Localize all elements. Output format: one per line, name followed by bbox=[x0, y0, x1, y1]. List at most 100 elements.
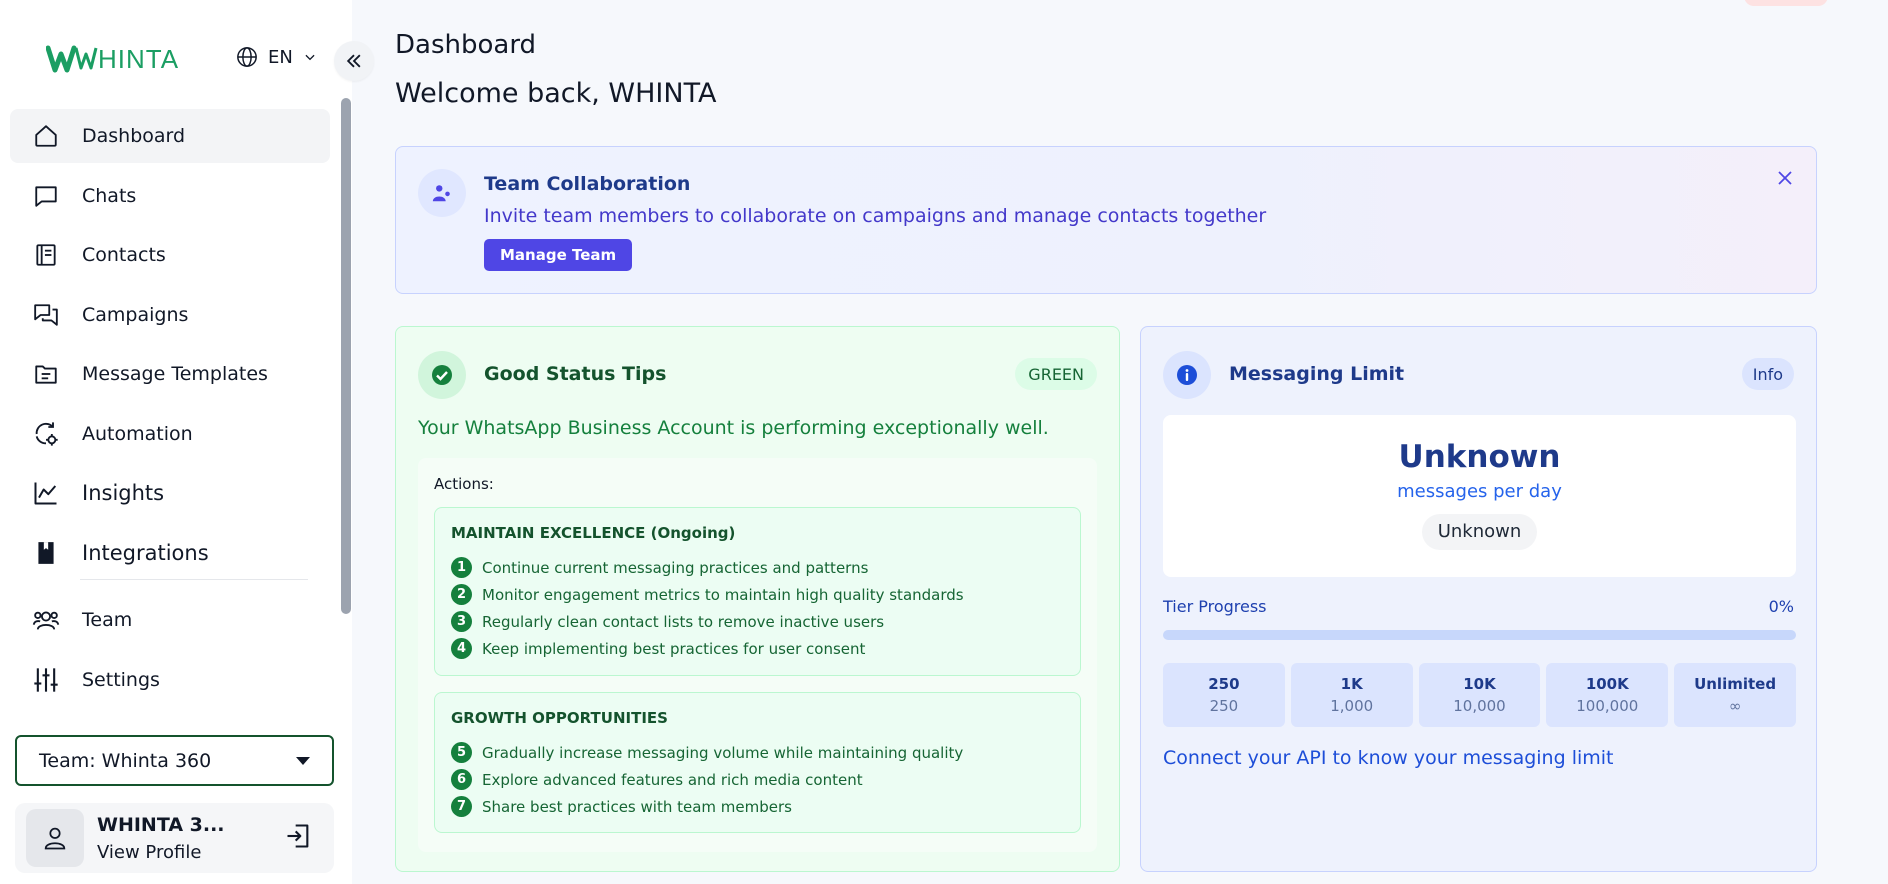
manage-team-button[interactable]: Manage Team bbox=[484, 239, 633, 271]
actions-label: Actions: bbox=[434, 475, 494, 493]
list-item: 3 Regularly clean contact lists to remove… bbox=[451, 608, 1080, 635]
automation-gear-icon bbox=[32, 420, 60, 448]
actions-box: Actions: MAINTAIN EXCELLENCE (Ongoing) 1… bbox=[418, 458, 1097, 852]
tier-progress-bar bbox=[1163, 630, 1796, 640]
step-text: Monitor engagement metrics to maintain h… bbox=[482, 585, 964, 604]
step-number: 1 bbox=[451, 557, 472, 578]
action-group-growth: GROWTH OPPORTUNITIES 5 Gradually increase… bbox=[434, 692, 1081, 833]
close-banner-button[interactable] bbox=[1776, 169, 1794, 191]
svg-text:HINTA: HINTA bbox=[98, 44, 179, 74]
collapse-sidebar-button[interactable] bbox=[334, 41, 374, 81]
sidebar-item-insights[interactable]: Insights bbox=[10, 466, 330, 520]
status-tips-card: Good Status Tips GREEN Your WhatsApp Bus… bbox=[395, 326, 1120, 872]
logout-button[interactable] bbox=[284, 822, 312, 854]
globe-icon bbox=[237, 47, 257, 67]
sidebar-item-contacts[interactable]: Contacts bbox=[10, 228, 330, 282]
tier-sub: 1,000 bbox=[1330, 697, 1374, 715]
tier-main: 100K bbox=[1585, 675, 1629, 693]
banner-description: Invite team members to collaborate on ca… bbox=[484, 205, 1267, 227]
list-item: 7 Share best practices with team members bbox=[451, 793, 1080, 820]
limit-value: Unknown bbox=[1398, 439, 1561, 475]
page-title: Dashboard bbox=[395, 30, 537, 60]
sidebar: HINTA EN Dashboard Chats Contacts Campai… bbox=[0, 0, 352, 884]
tier-main: 250 bbox=[1208, 675, 1240, 693]
sidebar-item-label: Dashboard bbox=[82, 125, 186, 147]
list-item: 5 Gradually increase messaging volume whi… bbox=[451, 739, 1080, 766]
sidebar-scrollbar[interactable] bbox=[341, 98, 351, 614]
user-add-icon bbox=[418, 169, 466, 217]
action-group-maintain: MAINTAIN EXCELLENCE (Ongoing) 1 Continue … bbox=[434, 507, 1081, 676]
avatar bbox=[26, 809, 84, 867]
step-number: 3 bbox=[451, 611, 472, 632]
limit-tier-chip: Unknown bbox=[1421, 514, 1538, 550]
sidebar-item-team[interactable]: Team bbox=[10, 593, 330, 647]
connect-api-note[interactable]: Connect your API to know your messaging … bbox=[1163, 747, 1614, 769]
sidebar-item-label: Integrations bbox=[82, 540, 209, 565]
top-status-pill bbox=[1744, 0, 1828, 6]
team-collaboration-banner: Team Collaboration Invite team members t… bbox=[395, 146, 1817, 294]
list-item: 6 Explore advanced features and rich medi… bbox=[451, 766, 1080, 793]
tier-main: 10K bbox=[1463, 675, 1496, 693]
team-select[interactable]: Team: Whinta 360 bbox=[15, 735, 334, 786]
tier-sub: 250 bbox=[1209, 697, 1239, 715]
tier-progress-percent: 0% bbox=[1768, 597, 1794, 616]
status-description: Your WhatsApp Business Account is perfor… bbox=[418, 417, 1049, 439]
sidebar-item-campaigns[interactable]: Campaigns bbox=[10, 288, 330, 342]
language-selector[interactable]: EN bbox=[236, 46, 317, 68]
check-circle-icon bbox=[418, 351, 466, 399]
nav-divider bbox=[80, 579, 308, 580]
step-number: 5 bbox=[451, 742, 472, 763]
step-text: Gradually increase messaging volume whil… bbox=[482, 743, 964, 762]
tier-item: 10K 10,000 bbox=[1418, 663, 1541, 727]
double-chevron-left-icon bbox=[346, 54, 361, 68]
sidebar-item-automation[interactable]: Automation bbox=[10, 407, 330, 461]
chart-line-icon bbox=[32, 479, 60, 507]
home-icon bbox=[32, 122, 60, 150]
campaigns-chat-icon bbox=[32, 301, 60, 329]
main-content: Dashboard Welcome back, WHINTA Team Coll… bbox=[352, 0, 1888, 884]
chat-icon bbox=[32, 182, 60, 210]
profile-name: WHINTA 3... bbox=[97, 813, 225, 836]
sidebar-item-integrations[interactable]: Integrations bbox=[10, 526, 330, 580]
chevron-down-icon bbox=[305, 54, 315, 61]
team-select-value: Team: Whinta 360 bbox=[39, 749, 212, 772]
group-title: GROWTH OPPORTUNITIES bbox=[451, 709, 668, 727]
status-title: Good Status Tips bbox=[484, 363, 667, 385]
limit-summary: Unknown messages per day Unknown bbox=[1163, 415, 1796, 577]
sidebar-item-label: Automation bbox=[82, 422, 193, 445]
step-number: 7 bbox=[451, 796, 472, 817]
list-item: 1 Continue current messaging practices an… bbox=[451, 554, 1080, 581]
brand-logo[interactable]: HINTA bbox=[46, 42, 196, 74]
group-title: MAINTAIN EXCELLENCE (Ongoing) bbox=[451, 524, 736, 542]
tier-item: 1K 1,000 bbox=[1290, 663, 1413, 727]
view-profile-link[interactable]: View Profile bbox=[97, 842, 284, 863]
tier-main: 1K bbox=[1340, 675, 1363, 693]
tier-item: Unlimited ∞ bbox=[1674, 663, 1796, 727]
tier-main: Unlimited bbox=[1694, 675, 1777, 693]
messaging-limit-card: Messaging Limit Info Unknown messages pe… bbox=[1140, 326, 1817, 872]
welcome-message: Welcome back, WHINTA bbox=[395, 78, 717, 109]
tier-progress-label: Tier Progress bbox=[1163, 597, 1267, 616]
step-text: Continue current messaging practices and… bbox=[482, 558, 869, 577]
tier-list: 250 250 1K 1,000 10K 10,000 100K 100,000 Unl… bbox=[1163, 663, 1796, 727]
list-item: 4 Keep implementing best practices for us… bbox=[451, 635, 1080, 662]
tier-item: 250 250 bbox=[1163, 663, 1285, 727]
sidebar-item-message-templates[interactable]: Message Templates bbox=[10, 347, 330, 401]
info-badge: Info bbox=[1741, 358, 1794, 390]
step-number: 6 bbox=[451, 769, 472, 790]
step-number: 2 bbox=[451, 584, 472, 605]
limit-unit: messages per day bbox=[1397, 481, 1562, 502]
sidebar-item-label: Chats bbox=[82, 184, 137, 207]
sidebar-item-dashboard[interactable]: Dashboard bbox=[10, 109, 330, 163]
profile-card[interactable]: WHINTA 3... View Profile bbox=[15, 803, 334, 873]
sidebar-nav: Dashboard Chats Contacts Campaigns Messa… bbox=[10, 109, 330, 712]
sidebar-item-chats[interactable]: Chats bbox=[10, 169, 330, 223]
sidebar-item-label: Contacts bbox=[82, 244, 166, 266]
sidebar-item-label: Insights bbox=[82, 481, 165, 505]
sidebar-item-label: Team bbox=[82, 609, 133, 631]
close-icon bbox=[1778, 171, 1792, 185]
sidebar-item-settings[interactable]: Settings bbox=[10, 653, 330, 707]
language-code: EN bbox=[268, 46, 293, 68]
contacts-book-icon bbox=[32, 241, 60, 269]
step-text: Explore advanced features and rich media… bbox=[482, 770, 863, 789]
